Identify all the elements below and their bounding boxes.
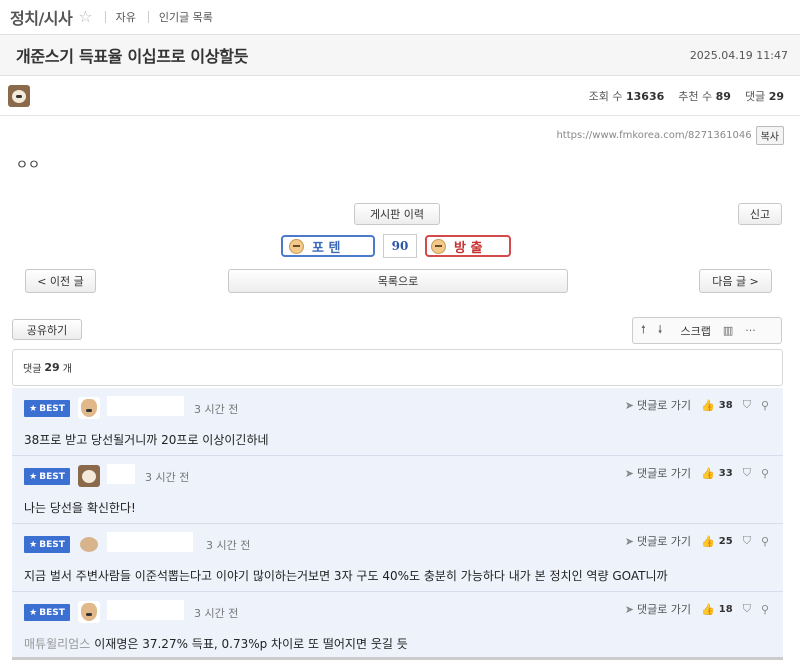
post-url-row: https://www.fmkorea.com/8271361046 복사 [556,126,784,145]
thumb-down-icon[interactable]: ⛉ [743,602,751,616]
goto-comment-button[interactable]: ➤ 댓글로 가기 [625,397,691,413]
star-icon: ★ [29,607,38,618]
vote-count: 90 [383,234,417,258]
chart-icon[interactable]: ▥ [723,324,733,337]
comment-time: 3 시간 전 [194,607,239,620]
send-icon: ➤ [624,398,634,412]
arrow-up-icon[interactable]: 🠕 [641,321,646,340]
send-icon: ➤ [624,602,634,616]
star-icon[interactable]: ☆ [78,9,92,25]
goto-comment-button[interactable]: ➤ 댓글로 가기 [625,601,691,617]
comment-actions: ➤ 댓글로 가기 👍 25 ⛉ ⚲ [625,533,769,549]
thumb-up-icon: 👍 [701,466,715,480]
vote-row: 포 텐 90 방 출 [281,234,511,258]
best-badge: ★ BEST [24,536,70,553]
comment-actions: ➤ 댓글로 가기 👍 38 ⛉ ⚲ [625,397,769,413]
post-url[interactable]: https://www.fmkorea.com/8271361046 [556,130,751,141]
best-badge: ★ BEST [24,468,70,485]
prev-post-button[interactable]: < 이전 글 [25,269,96,293]
link-icon[interactable]: ⚲ [761,603,769,616]
link-icon[interactable]: ⚲ [761,535,769,548]
views-stat: 조회 수 13636 [588,89,665,103]
comment-item: ★ BEST 3 시간 전 ➤ 댓글로 가기 👍 25 ⛉ ⚲ 지금 벌서 주변사람들… [12,524,783,592]
thumb-up-icon: 👍 [701,534,715,548]
board-title[interactable]: 정치/시사 [10,5,73,29]
send-icon: ➤ [624,466,634,480]
comment-tools: 🠕 🠗 스크랩 ▥ ··· [632,317,782,344]
post-title: 개준스기 득표율 이십프로 이상할듯 [16,47,249,66]
thumb-down-icon[interactable]: ⛉ [743,398,751,412]
star-icon: ★ [29,403,38,414]
post-date: 2025.04.19 11:47 [689,48,788,62]
next-post-button[interactable]: 다음 글 > [699,269,772,293]
comment-item: ★ BEST 3 시간 전 ➤ 댓글로 가기 👍 33 ⛉ ⚲ 나는 당선을 확신한다… [12,456,783,524]
like-button[interactable]: 👍 18 [701,603,733,616]
best-badge: ★ BEST [24,400,70,417]
link-icon[interactable]: ⚲ [761,399,769,412]
comment-mention[interactable]: 매튜윌리엄스 [24,637,90,651]
board-header: 정치/시사 ☆ 자유 인기글 목록 [0,0,800,34]
star-icon: ★ [29,539,38,550]
commenter-nickname[interactable] [107,600,184,620]
comment-actions: ➤ 댓글로 가기 👍 18 ⛉ ⚲ [625,601,769,617]
comment-text: 나는 당선을 확신한다! [24,501,136,515]
author-avatar[interactable] [8,84,30,107]
upvote-label: 포 텐 [312,240,341,256]
more-icon[interactable]: ··· [745,324,756,337]
copy-url-button[interactable]: 복사 [755,126,784,145]
link-free-board[interactable]: 자유 [116,9,136,25]
comment-time: 3 시간 전 [194,403,239,416]
board-history-button[interactable]: 게시판 이력 [354,203,440,225]
comment-time: 3 시간 전 [206,539,251,552]
report-button[interactable]: 신고 [738,203,782,225]
divider [147,11,149,23]
comment-list: ★ BEST 3 시간 전 ➤ 댓글로 가기 👍 38 ⛉ ⚲ 38프로 받고 당선될… [12,388,783,660]
upvote-button[interactable]: 포 텐 [281,235,375,257]
commenter-nickname[interactable] [107,396,184,416]
commenter-nickname[interactable] [107,464,135,484]
comment-actions: ➤ 댓글로 가기 👍 33 ⛉ ⚲ [625,465,769,481]
best-badge: ★ BEST [24,604,70,621]
thumb-up-icon: 👍 [701,602,715,616]
thumb-down-icon[interactable]: ⛉ [743,534,751,548]
post-meta: 조회 수 13636 추천 수 89 댓글 29 [0,76,800,116]
commenter-nickname[interactable] [107,532,193,552]
comment-text: 지금 벌서 주변사람들 이준석뽑는다고 이야기 많이하는거보면 3자 구도 40… [24,569,668,583]
post-body: ㅇㅇ [16,158,40,173]
send-icon: ➤ [624,534,634,548]
goto-comment-button[interactable]: ➤ 댓글로 가기 [625,533,691,549]
commenter-avatar[interactable] [78,601,100,623]
goto-comment-button[interactable]: ➤ 댓글로 가기 [625,465,691,481]
post-title-bar: 개준스기 득표율 이십프로 이상할듯 2025.04.19 11:47 [0,34,800,76]
arrow-down-icon[interactable]: 🠗 [658,321,663,340]
downvote-button[interactable]: 방 출 [425,235,511,257]
like-button[interactable]: 👍 25 [701,535,733,548]
comment-item: ★ BEST 3 시간 전 ➤ 댓글로 가기 👍 38 ⛉ ⚲ 38프로 받고 당선될… [12,388,783,456]
comment-text: 38프로 받고 당선될거니까 20프로 이상이긴하네 [24,433,269,447]
comment-text: 매튜윌리엄스 이재명은 37.27% 득표, 0.73%p 차이로 또 떨어지면 … [24,637,408,651]
thumb-down-icon[interactable]: ⛉ [743,466,751,480]
like-button[interactable]: 👍 33 [701,467,733,480]
comment-time: 3 시간 전 [145,471,190,484]
scrap-button[interactable]: 스크랩 [680,323,710,339]
like-button[interactable]: 👍 38 [701,399,733,412]
link-popular-list[interactable]: 인기글 목록 [159,9,213,25]
share-button[interactable]: 공유하기 [12,319,82,340]
commenter-avatar[interactable] [78,397,100,419]
comments-stat: 댓글 29 [744,89,784,103]
divider [104,11,106,23]
happy-face-icon [289,238,304,254]
post-stats: 조회 수 13636 추천 수 89 댓글 29 [589,88,784,104]
downvote-label: 방 출 [454,240,483,256]
link-icon[interactable]: ⚲ [761,467,769,480]
back-to-list-button[interactable]: 목록으로 [228,269,568,293]
comment-count-header: 댓글 29 개 [12,349,783,386]
star-icon: ★ [29,471,38,482]
comment-item: ★ BEST 3 시간 전 ➤ 댓글로 가기 👍 18 ⛉ ⚲ 매튜윌리엄스 이재명은 … [12,592,783,660]
thumb-up-icon: 👍 [701,398,715,412]
commenter-avatar[interactable] [78,465,100,487]
angry-face-icon [431,238,446,254]
recommend-stat: 추천 수 89 [678,89,731,103]
commenter-avatar[interactable] [78,533,100,555]
